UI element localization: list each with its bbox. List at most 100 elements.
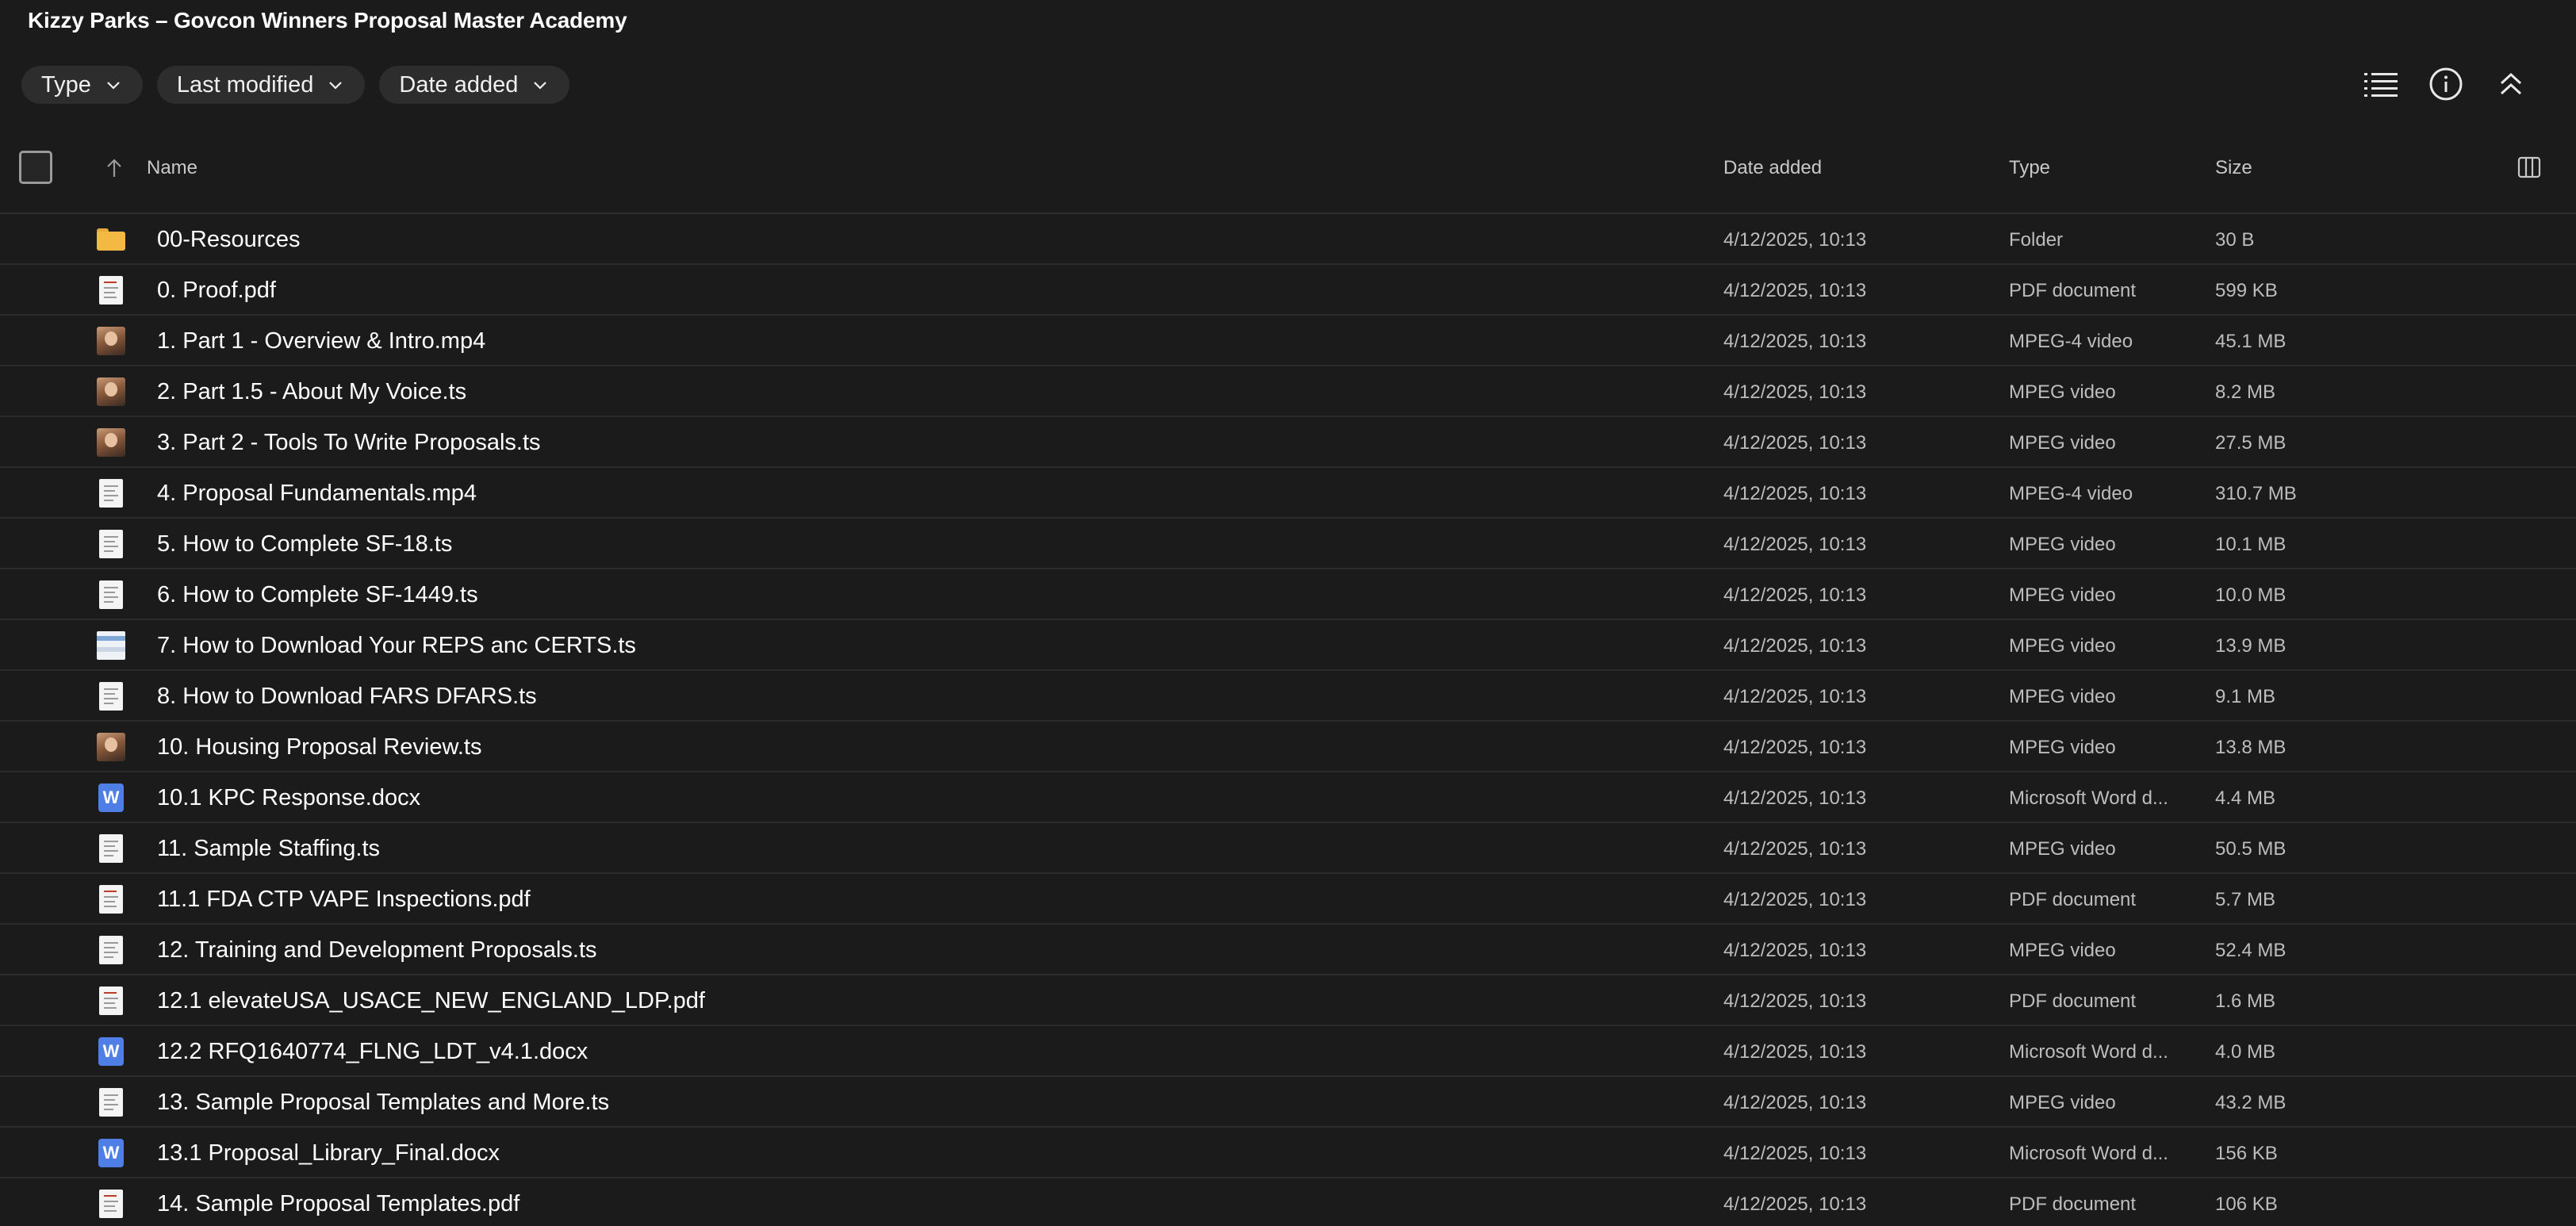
file-row[interactable]: 0. Proof.pdf 4/12/2025, 10:13 PDF document…: [0, 265, 2576, 316]
file-row[interactable]: W 12.2 RFQ1640774_FLNG_LDT_v4.1.docx 4/12/…: [0, 1026, 2576, 1077]
column-header-name[interactable]: Name: [147, 157, 197, 179]
column-header-date-added[interactable]: Date added: [1723, 157, 1822, 179]
file-date-added: 4/12/2025, 10:13: [1723, 787, 1867, 809]
file-name[interactable]: 00-Resources: [157, 227, 301, 253]
file-size: 8.2 MB: [2215, 381, 2276, 403]
file-row[interactable]: 4. Proposal Fundamentals.mp4 4/12/2025, 1…: [0, 468, 2576, 519]
file-row[interactable]: 00-Resources 4/12/2025, 10:13 Folder 30 B: [0, 214, 2576, 265]
document-thumbnail-icon: [97, 530, 125, 558]
select-all-checkbox[interactable]: [19, 151, 52, 184]
file-type: MPEG-4 video: [2009, 331, 2133, 352]
view-toolbar: [2363, 63, 2528, 105]
document-thumbnail-icon: [97, 580, 125, 609]
file-name[interactable]: 10. Housing Proposal Review.ts: [157, 734, 481, 761]
column-header-size[interactable]: Size: [2215, 157, 2252, 179]
document-thumbnail-icon: [97, 936, 125, 964]
file-row[interactable]: W 10.1 KPC Response.docx 4/12/2025, 10:13 M…: [0, 772, 2576, 823]
file-name[interactable]: 7. How to Download Your REPS anc CERTS.t…: [157, 633, 636, 659]
file-name[interactable]: 1. Part 1 - Overview & Intro.mp4: [157, 328, 485, 354]
document-thumbnail-icon: [97, 479, 125, 508]
file-type: PDF document: [2009, 1193, 2137, 1215]
file-date-added: 4/12/2025, 10:13: [1723, 1193, 1867, 1215]
word-icon: W: [97, 1037, 125, 1066]
file-name[interactable]: 11.1 FDA CTP VAPE Inspections.pdf: [157, 887, 531, 913]
file-name[interactable]: 0. Proof.pdf: [157, 278, 276, 304]
file-row[interactable]: 12. Training and Development Proposals.t…: [0, 925, 2576, 975]
column-header-type[interactable]: Type: [2009, 157, 2050, 179]
file-row[interactable]: 2. Part 1.5 - About My Voice.ts 4/12/2025…: [0, 366, 2576, 417]
sort-ascending-icon[interactable]: [104, 157, 125, 179]
file-name[interactable]: 8. How to Download FARS DFARS.ts: [157, 684, 537, 710]
info-button[interactable]: [2428, 63, 2463, 105]
filter-type-label: Type: [41, 71, 91, 98]
pdf-thumbnail-icon: [97, 987, 125, 1015]
file-name[interactable]: 12. Training and Development Proposals.t…: [157, 937, 597, 964]
file-date-added: 4/12/2025, 10:13: [1723, 889, 1867, 910]
file-name[interactable]: 13. Sample Proposal Templates and More.t…: [157, 1090, 609, 1116]
file-name[interactable]: 10.1 KPC Response.docx: [157, 785, 420, 811]
file-size: 106 KB: [2215, 1193, 2278, 1215]
file-type: MPEG video: [2009, 940, 2116, 961]
collapse-up-icon: [2500, 72, 2522, 95]
file-row[interactable]: 8. How to Download FARS DFARS.ts 4/12/202…: [0, 671, 2576, 722]
file-type: MPEG-4 video: [2009, 483, 2133, 504]
file-name[interactable]: 4. Proposal Fundamentals.mp4: [157, 481, 477, 507]
filter-type[interactable]: Type: [21, 66, 143, 104]
file-size: 13.8 MB: [2215, 737, 2287, 758]
pdf-thumbnail-icon: [97, 276, 125, 305]
file-row[interactable]: 6. How to Complete SF-1449.ts 4/12/2025, …: [0, 569, 2576, 620]
file-row[interactable]: W 13.1 Proposal_Library_Final.docx 4/12/20…: [0, 1128, 2576, 1178]
file-row[interactable]: 11.1 FDA CTP VAPE Inspections.pdf 4/12/20…: [0, 874, 2576, 925]
file-row[interactable]: 3. Part 2 - Tools To Write Proposals.ts 4…: [0, 417, 2576, 468]
file-size: 599 KB: [2215, 280, 2278, 301]
file-name[interactable]: 14. Sample Proposal Templates.pdf: [157, 1191, 519, 1217]
file-row[interactable]: 13. Sample Proposal Templates and More.t…: [0, 1077, 2576, 1128]
file-row[interactable]: 1. Part 1 - Overview & Intro.mp4 4/12/202…: [0, 316, 2576, 366]
file-type: Microsoft Word d...: [2009, 1143, 2168, 1164]
file-size: 52.4 MB: [2215, 940, 2287, 961]
collapse-button[interactable]: [2494, 63, 2528, 105]
file-row[interactable]: 14. Sample Proposal Templates.pdf 4/12/20…: [0, 1178, 2576, 1226]
file-size: 10.0 MB: [2215, 584, 2287, 606]
file-date-added: 4/12/2025, 10:13: [1723, 940, 1867, 961]
file-row[interactable]: 11. Sample Staffing.ts 4/12/2025, 10:13 MP…: [0, 823, 2576, 874]
file-name[interactable]: 2. Part 1.5 - About My Voice.ts: [157, 379, 466, 405]
file-type: PDF document: [2009, 990, 2137, 1012]
file-row[interactable]: 10. Housing Proposal Review.ts 4/12/2025,…: [0, 722, 2576, 772]
chevron-down-icon: [534, 82, 547, 90]
file-date-added: 4/12/2025, 10:13: [1723, 331, 1867, 352]
file-size: 30 B: [2215, 229, 2255, 251]
list-view-button[interactable]: [2363, 63, 2398, 105]
video-thumbnail-icon: [97, 428, 125, 457]
file-size: 10.1 MB: [2215, 534, 2287, 555]
chevron-down-icon: [329, 82, 343, 90]
file-name[interactable]: 13.1 Proposal_Library_Final.docx: [157, 1140, 500, 1167]
file-date-added: 4/12/2025, 10:13: [1723, 990, 1867, 1012]
file-name[interactable]: 12.2 RFQ1640774_FLNG_LDT_v4.1.docx: [157, 1039, 588, 1065]
video-thumbnail-icon: [97, 733, 125, 761]
file-type: MPEG video: [2009, 686, 2116, 707]
file-name[interactable]: 5. How to Complete SF-18.ts: [157, 531, 452, 557]
file-date-added: 4/12/2025, 10:13: [1723, 534, 1867, 555]
file-size: 310.7 MB: [2215, 483, 2297, 504]
file-row[interactable]: 7. How to Download Your REPS anc CERTS.t…: [0, 620, 2576, 671]
file-name[interactable]: 12.1 elevateUSA_USACE_NEW_ENGLAND_LDP.pd…: [157, 988, 705, 1014]
video-thumbnail-icon: [97, 327, 125, 355]
file-type: Microsoft Word d...: [2009, 1041, 2168, 1063]
file-name[interactable]: 3. Part 2 - Tools To Write Proposals.ts: [157, 430, 541, 456]
file-date-added: 4/12/2025, 10:13: [1723, 1092, 1867, 1113]
screenshot-thumbnail-icon: [97, 631, 125, 660]
info-icon: [2429, 67, 2463, 101]
file-row[interactable]: 5. How to Complete SF-18.ts 4/12/2025, 10…: [0, 519, 2576, 569]
file-name[interactable]: 6. How to Complete SF-1449.ts: [157, 582, 478, 608]
file-row[interactable]: 12.1 elevateUSA_USACE_NEW_ENGLAND_LDP.pd…: [0, 975, 2576, 1026]
file-date-added: 4/12/2025, 10:13: [1723, 432, 1867, 454]
filter-last-modified[interactable]: Last modified: [156, 66, 366, 104]
file-date-added: 4/12/2025, 10:13: [1723, 280, 1867, 301]
file-name[interactable]: 11. Sample Staffing.ts: [157, 836, 380, 862]
file-size: 1.6 MB: [2215, 990, 2276, 1012]
columns-icon[interactable]: [2517, 155, 2541, 179]
pdf-thumbnail-icon: [97, 1190, 125, 1218]
filter-bar: Type Last modified Date added: [21, 66, 570, 104]
filter-date-added[interactable]: Date added: [379, 66, 570, 104]
